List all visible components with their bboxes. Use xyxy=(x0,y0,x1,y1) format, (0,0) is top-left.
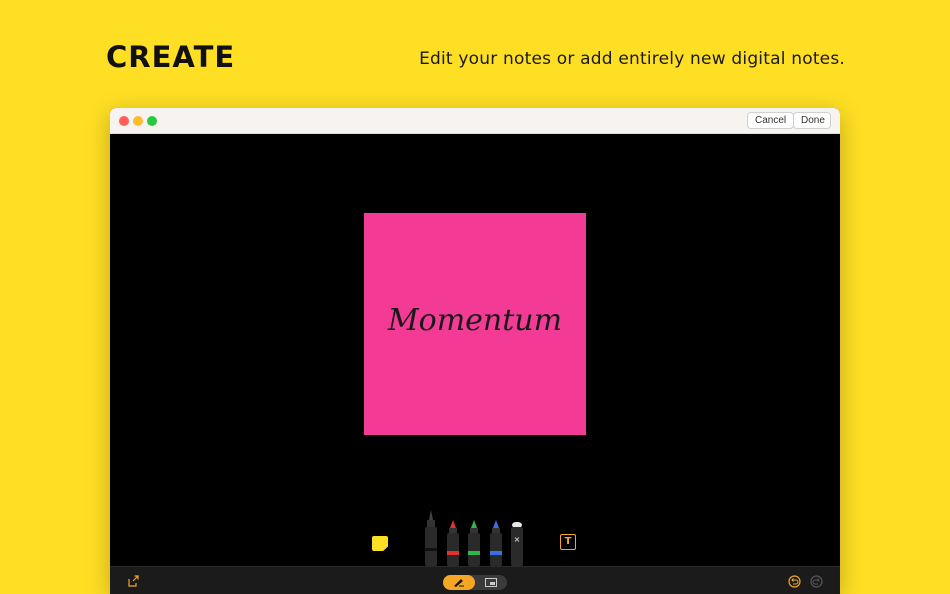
close-window-button[interactable] xyxy=(119,116,129,126)
zoom-window-button[interactable] xyxy=(147,116,157,126)
redo-icon[interactable] xyxy=(810,575,823,588)
sticky-note-icon[interactable] xyxy=(372,536,388,551)
layout-mode-icon[interactable] xyxy=(485,578,497,587)
pen-icon xyxy=(454,579,464,587)
undo-icon[interactable] xyxy=(788,575,801,588)
bottom-toolbar xyxy=(110,566,840,594)
done-button[interactable]: Done xyxy=(793,112,831,129)
promo-tagline: Edit your notes or add entirely new digi… xyxy=(419,49,845,69)
app-window: Cancel Done Momentum × T xyxy=(110,108,840,594)
blue-pen-icon[interactable] xyxy=(489,520,503,566)
draw-mode-segment[interactable] xyxy=(443,575,475,590)
text-tool-icon[interactable]: T xyxy=(560,534,576,550)
svg-text:×: × xyxy=(514,535,521,544)
eraser-icon[interactable]: × xyxy=(510,522,524,566)
promo-headline: CREATE xyxy=(106,40,236,74)
sticky-note[interactable]: Momentum xyxy=(364,213,586,435)
minimize-window-button[interactable] xyxy=(133,116,143,126)
black-pen-icon[interactable] xyxy=(424,510,438,566)
green-pen-icon[interactable] xyxy=(467,520,481,566)
drawing-canvas[interactable]: Momentum × T xyxy=(110,134,840,566)
mode-segmented-control[interactable] xyxy=(443,575,507,590)
red-pen-icon[interactable] xyxy=(446,520,460,566)
cancel-button[interactable]: Cancel xyxy=(747,112,795,129)
sticky-note-text: Momentum xyxy=(387,303,563,338)
title-bar: Cancel Done xyxy=(110,108,840,134)
share-icon[interactable] xyxy=(127,575,139,587)
